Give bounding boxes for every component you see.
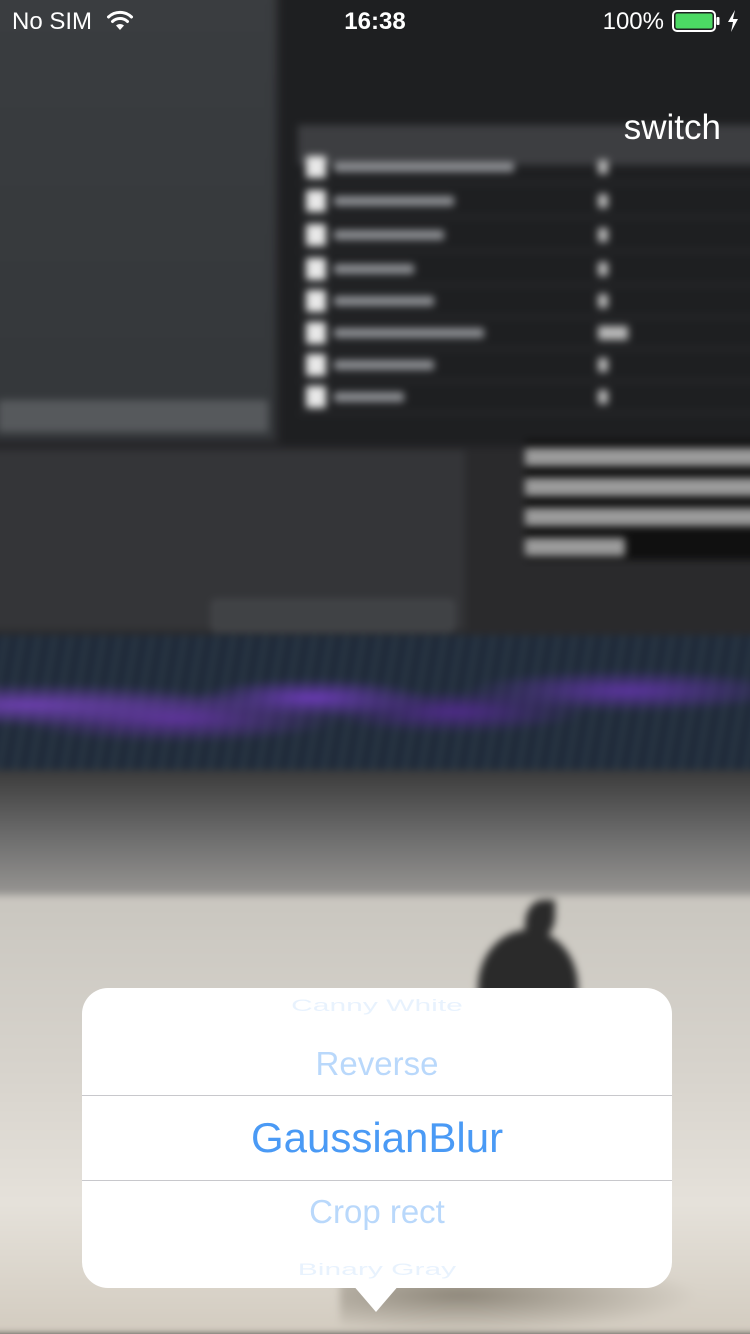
battery-icon xyxy=(672,10,720,32)
picker-item-canny-white[interactable]: Canny White xyxy=(82,995,672,1017)
filter-picker-popover: Canny White Reverse GaussianBlur Crop re… xyxy=(82,988,672,1288)
battery-percent: 100% xyxy=(602,8,664,35)
screen: No SIM 16:38 100% switch Canny White Rev… xyxy=(0,0,750,1334)
picker-item-gaussianblur-selected[interactable]: GaussianBlur xyxy=(82,1096,672,1180)
switch-button[interactable]: switch xyxy=(624,108,721,148)
picker-selection-bottom-divider xyxy=(82,1180,672,1181)
picker-item-reverse[interactable]: Reverse xyxy=(82,1038,672,1090)
popover-arrow xyxy=(352,1284,400,1312)
picker-item-crop-rect[interactable]: Crop rect xyxy=(82,1186,672,1238)
picker-item-binary-gray[interactable]: Binary Gray xyxy=(82,1259,672,1281)
charging-icon xyxy=(726,9,740,33)
status-bar: No SIM 16:38 100% xyxy=(0,0,750,40)
